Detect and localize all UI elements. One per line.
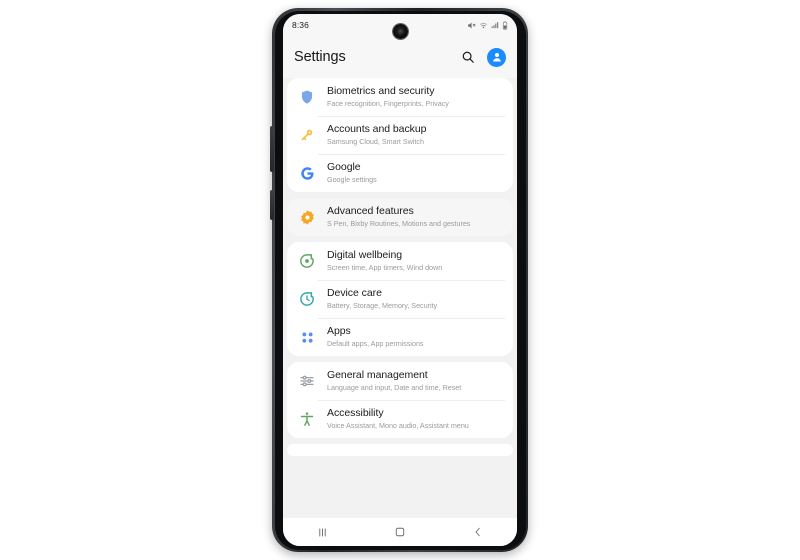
row-text: Device care Battery, Storage, Memory, Se… (327, 287, 437, 311)
row-text: Biometrics and security Face recognition… (327, 85, 449, 109)
power-button[interactable] (270, 190, 274, 220)
status-bar-clock: 8:36 (292, 20, 309, 30)
sidebar-item-sublabel: Google settings (327, 175, 377, 184)
shield-icon (296, 86, 318, 108)
row-text: Google Google settings (327, 161, 377, 185)
row-text: Advanced features S Pen, Bixby Routines,… (327, 205, 470, 229)
page-title: Settings (294, 49, 346, 65)
sidebar-item-label: General management (327, 369, 428, 381)
recents-icon[interactable] (302, 521, 342, 543)
sidebar-item-sublabel: Default apps, App permissions (327, 339, 424, 348)
settings-section: Biometrics and security Face recognition… (287, 78, 513, 192)
sliders-icon (296, 370, 318, 392)
sidebar-item-device-care[interactable]: Device care Battery, Storage, Memory, Se… (287, 280, 513, 318)
sidebar-item-digital-wellbeing[interactable]: Digital wellbeing Screen time, App timer… (287, 242, 513, 280)
screenshot-stage: 8:36 Settings Biometrics and security Fa… (0, 0, 800, 560)
sidebar-item-label: Accounts and backup (327, 123, 427, 135)
accessibility-icon (296, 408, 318, 430)
sidebar-item-label: Digital wellbeing (327, 249, 403, 261)
row-text: Apps Default apps, App permissions (327, 325, 424, 349)
key-icon (296, 124, 318, 146)
sidebar-item-label: Biometrics and security (327, 85, 435, 97)
search-icon[interactable] (459, 48, 477, 66)
settings-list[interactable]: Biometrics and security Face recognition… (283, 78, 517, 518)
account-avatar-icon[interactable] (487, 47, 506, 67)
device-care-icon (296, 288, 318, 310)
settings-section: Digital wellbeing Screen time, App timer… (287, 242, 513, 356)
sidebar-item-biometrics-and-security[interactable]: Biometrics and security Face recognition… (287, 78, 513, 116)
sidebar-item-sublabel: Face recognition, Fingerprints, Privacy (327, 99, 449, 108)
phone-screen: 8:36 Settings Biometrics and security Fa… (283, 14, 517, 546)
app-header: Settings (283, 36, 517, 78)
wifi-icon (479, 21, 488, 30)
sidebar-item-sublabel: S Pen, Bixby Routines, Motions and gestu… (327, 219, 471, 228)
row-text: Accessibility Voice Assistant, Mono audi… (327, 407, 469, 431)
front-camera-punch-hole (393, 24, 408, 39)
settings-section-partial[interactable] (287, 444, 513, 456)
sidebar-item-apps[interactable]: Apps Default apps, App permissions (287, 318, 513, 356)
back-icon[interactable] (458, 521, 498, 543)
settings-section: General management Language and input, D… (287, 362, 513, 438)
google-g-icon (296, 162, 318, 184)
row-text: Digital wellbeing Screen time, App timer… (327, 249, 442, 273)
sidebar-item-google[interactable]: Google Google settings (287, 154, 513, 192)
sidebar-item-sublabel: Language and input, Date and time, Reset (327, 383, 462, 392)
sidebar-item-sublabel: Screen time, App timers, Wind down (327, 263, 443, 272)
android-navigation-bar (283, 518, 517, 546)
settings-section-selected: Advanced features S Pen, Bixby Routines,… (287, 198, 513, 236)
sidebar-item-sublabel: Samsung Cloud, Smart Switch (327, 137, 424, 146)
mute-icon (467, 21, 476, 30)
sidebar-item-label: Google (327, 161, 361, 173)
sidebar-item-label: Apps (327, 325, 351, 337)
volume-button[interactable] (270, 126, 274, 172)
sidebar-item-label: Device care (327, 287, 382, 299)
apps-grid-icon (296, 326, 318, 348)
row-text: Accounts and backup Samsung Cloud, Smart… (327, 123, 427, 147)
sidebar-item-advanced-features[interactable]: Advanced features S Pen, Bixby Routines,… (287, 198, 513, 236)
advanced-features-icon (296, 206, 318, 228)
digital-wellbeing-icon (296, 250, 318, 272)
sidebar-item-accounts-and-backup[interactable]: Accounts and backup Samsung Cloud, Smart… (287, 116, 513, 154)
sidebar-item-label: Advanced features (327, 205, 414, 217)
sidebar-item-general-management[interactable]: General management Language and input, D… (287, 362, 513, 400)
status-bar-icons (467, 20, 508, 30)
battery-icon (502, 20, 508, 30)
sidebar-item-label: Accessibility (327, 407, 384, 419)
sidebar-item-accessibility[interactable]: Accessibility Voice Assistant, Mono audi… (287, 400, 513, 438)
header-actions (459, 47, 506, 67)
sidebar-item-sublabel: Voice Assistant, Mono audio, Assistant m… (327, 421, 469, 430)
home-icon[interactable] (380, 521, 420, 543)
signal-icon (491, 21, 499, 30)
sidebar-item-sublabel: Battery, Storage, Memory, Security (327, 301, 438, 310)
row-text: General management Language and input, D… (327, 369, 461, 393)
